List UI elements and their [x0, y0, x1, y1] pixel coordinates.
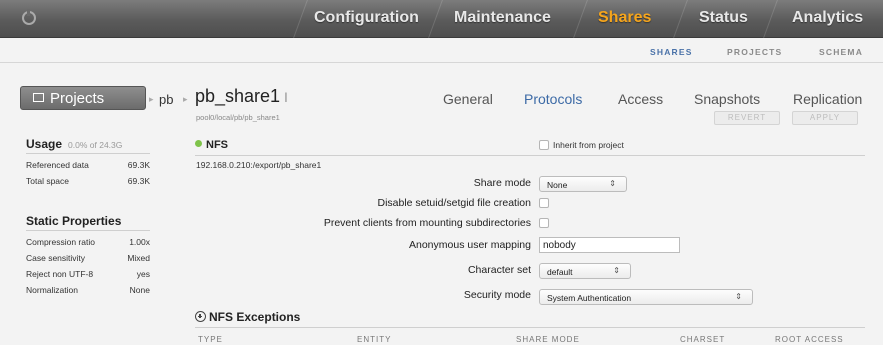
usage-title: Usage [26, 137, 63, 151]
tab-snapshots[interactable]: Snapshots [694, 91, 760, 107]
property-label: Compression ratio [26, 237, 95, 247]
nav-tab-configuration[interactable]: Configuration [314, 9, 419, 27]
tab-general[interactable]: General [443, 91, 493, 107]
nfs-exceptions-heading: NFS Exceptions [195, 310, 300, 324]
property-row: Reject non UTF-8 yes [26, 269, 150, 279]
property-label: Reject non UTF-8 [26, 269, 94, 279]
subnav-shares[interactable]: SHARES [650, 47, 693, 57]
status-online-icon [195, 140, 202, 147]
subnav-schema[interactable]: SCHEMA [819, 47, 863, 57]
nav-tab-status[interactable]: Status [699, 9, 748, 27]
top-nav-bar: Configuration Maintenance Shares Status … [0, 0, 883, 38]
projects-button-label: Projects [50, 90, 105, 107]
share-mode-label: Share mode [473, 177, 531, 189]
projects-panel-icon [33, 93, 44, 102]
select-arrows-icon: ⇕ [613, 266, 620, 275]
tab-protocols[interactable]: Protocols [524, 91, 582, 107]
column-header-type[interactable]: TYPE [198, 335, 223, 344]
anonymous-user-mapping-input[interactable] [539, 237, 680, 253]
security-mode-select[interactable]: System Authentication ⇕ [539, 289, 753, 305]
inherit-from-project-checkbox[interactable] [539, 140, 549, 150]
property-value: 1.00x [129, 237, 150, 247]
nav-separator [573, 0, 588, 38]
power-icon[interactable] [22, 9, 36, 25]
tab-access[interactable]: Access [618, 91, 663, 107]
subnav-projects[interactable]: PROJECTS [727, 47, 782, 57]
anonymous-user-mapping-label: Anonymous user mapping [409, 239, 531, 251]
inherit-from-project-label: Inherit from project [553, 140, 624, 150]
nav-separator [763, 0, 778, 38]
nav-separator [673, 0, 688, 38]
security-mode-value: System Authentication [547, 293, 632, 303]
breadcrumb-arrow-icon: ▸ [149, 94, 154, 104]
column-header-charset[interactable]: CHARSET [680, 335, 725, 344]
export-path: 192.168.0.210:/export/pb_share1 [196, 160, 322, 170]
divider [0, 62, 883, 63]
nav-tab-maintenance[interactable]: Maintenance [454, 9, 551, 27]
nav-separator [428, 0, 443, 38]
breadcrumb-project[interactable]: pb [159, 92, 173, 107]
divider [26, 153, 150, 154]
character-set-label: Character set [467, 264, 531, 276]
add-exception-icon[interactable] [195, 311, 206, 322]
usage-heading: Usage 0.0% of 24.3G [26, 137, 122, 151]
disable-setuid-label: Disable setuid/setgid file creation [377, 197, 531, 209]
property-value: Mixed [127, 253, 150, 263]
share-mode-value: None [547, 180, 568, 190]
property-value: None [129, 285, 150, 295]
projects-button[interactable]: Projects [20, 86, 146, 110]
character-set-value: default [547, 267, 573, 277]
property-value: yes [136, 269, 150, 279]
column-header-share-mode[interactable]: SHARE MODE [516, 335, 580, 344]
apply-button[interactable]: APPLY [792, 111, 858, 125]
share-path: pool0/local/pb/pb_share1 [196, 113, 280, 122]
property-row: Normalization None [26, 285, 150, 295]
divider [195, 327, 865, 328]
usage-row-value: 69.3K [127, 176, 150, 186]
tab-replication[interactable]: Replication [793, 91, 862, 107]
divider [195, 155, 865, 156]
nfs-title: NFS [206, 139, 228, 151]
character-set-select[interactable]: default ⇕ [539, 263, 631, 279]
nav-tab-shares[interactable]: Shares [598, 9, 651, 27]
share-mode-select[interactable]: None ⇕ [539, 176, 627, 192]
property-label: Case sensitivity [26, 253, 86, 263]
share-name-title: pb_share1 I [195, 86, 288, 107]
share-name-text: pb_share1 [195, 86, 281, 106]
usage-row: Total space 69.3K [26, 176, 150, 186]
security-mode-label: Security mode [463, 289, 531, 301]
prevent-mount-checkbox[interactable] [539, 218, 549, 228]
usage-row-label: Total space [26, 176, 69, 186]
nav-tab-analytics[interactable]: Analytics [792, 9, 863, 27]
prevent-mount-label: Prevent clients from mounting subdirecto… [323, 217, 531, 229]
revert-button[interactable]: REVERT [714, 111, 780, 125]
text-cursor-icon: I [280, 89, 288, 105]
usage-row: Referenced data 69.3K [26, 160, 150, 170]
nav-separator [293, 0, 308, 38]
nfs-heading: NFS [195, 139, 228, 151]
divider [26, 230, 150, 231]
usage-row-label: Referenced data [26, 160, 89, 170]
select-arrows-icon: ⇕ [735, 292, 742, 301]
column-header-root-access[interactable]: ROOT ACCESS [775, 335, 844, 344]
nfs-exceptions-title: NFS Exceptions [209, 310, 301, 324]
select-arrows-icon: ⇕ [609, 179, 616, 188]
breadcrumb-arrow-icon: ▸ [183, 94, 188, 104]
disable-setuid-checkbox[interactable] [539, 198, 549, 208]
usage-row-value: 69.3K [127, 160, 150, 170]
static-properties-title: Static Properties [26, 214, 122, 228]
column-header-entity[interactable]: ENTITY [357, 335, 391, 344]
property-row: Case sensitivity Mixed [26, 253, 150, 263]
property-row: Compression ratio 1.00x [26, 237, 150, 247]
property-label: Normalization [26, 285, 78, 295]
usage-summary: 0.0% of 24.3G [68, 140, 123, 150]
